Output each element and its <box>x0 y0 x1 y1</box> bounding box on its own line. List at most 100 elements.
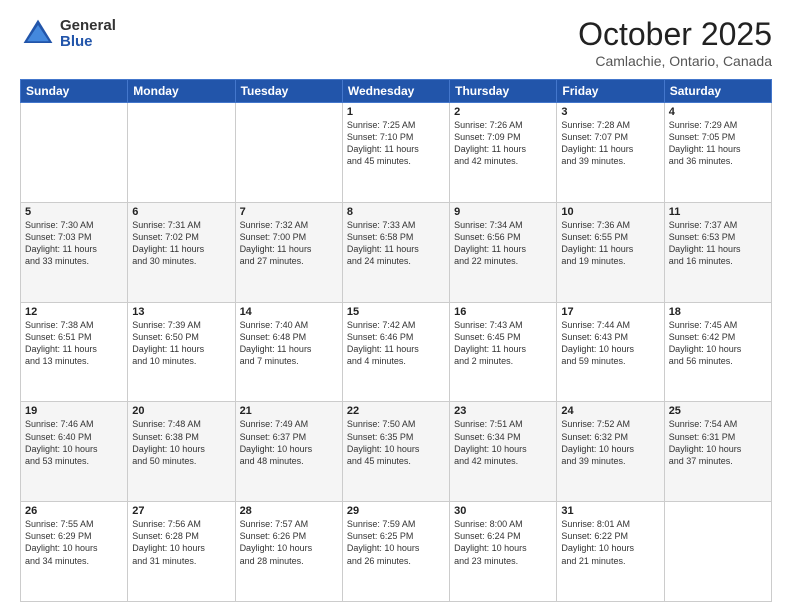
day-of-week-header: Tuesday <box>235 80 342 103</box>
calendar-day-cell: 14Sunrise: 7:40 AM Sunset: 6:48 PM Dayli… <box>235 302 342 402</box>
calendar-day-cell: 12Sunrise: 7:38 AM Sunset: 6:51 PM Dayli… <box>21 302 128 402</box>
day-number: 1 <box>347 106 445 118</box>
calendar-day-cell: 17Sunrise: 7:44 AM Sunset: 6:43 PM Dayli… <box>557 302 664 402</box>
day-number: 13 <box>132 306 230 318</box>
logo-blue-text: Blue <box>60 34 116 51</box>
logo-icon <box>20 16 56 52</box>
day-number: 12 <box>25 306 123 318</box>
calendar-day-cell: 26Sunrise: 7:55 AM Sunset: 6:29 PM Dayli… <box>21 502 128 602</box>
day-info: Sunrise: 7:49 AM Sunset: 6:37 PM Dayligh… <box>240 418 338 467</box>
calendar-week-row: 26Sunrise: 7:55 AM Sunset: 6:29 PM Dayli… <box>21 502 772 602</box>
day-of-week-header: Wednesday <box>342 80 449 103</box>
day-of-week-header: Saturday <box>664 80 771 103</box>
day-info: Sunrise: 7:40 AM Sunset: 6:48 PM Dayligh… <box>240 319 338 368</box>
day-info: Sunrise: 7:48 AM Sunset: 6:38 PM Dayligh… <box>132 418 230 467</box>
calendar-day-cell: 9Sunrise: 7:34 AM Sunset: 6:56 PM Daylig… <box>450 202 557 302</box>
day-number: 30 <box>454 505 552 517</box>
day-number: 2 <box>454 106 552 118</box>
day-info: Sunrise: 7:59 AM Sunset: 6:25 PM Dayligh… <box>347 518 445 567</box>
calendar-day-cell: 5Sunrise: 7:30 AM Sunset: 7:03 PM Daylig… <box>21 202 128 302</box>
day-info: Sunrise: 7:44 AM Sunset: 6:43 PM Dayligh… <box>561 319 659 368</box>
day-info: Sunrise: 7:30 AM Sunset: 7:03 PM Dayligh… <box>25 219 123 268</box>
day-number: 29 <box>347 505 445 517</box>
day-info: Sunrise: 7:56 AM Sunset: 6:28 PM Dayligh… <box>132 518 230 567</box>
day-number: 20 <box>132 405 230 417</box>
calendar-day-cell: 31Sunrise: 8:01 AM Sunset: 6:22 PM Dayli… <box>557 502 664 602</box>
title-block: October 2025 Camlachie, Ontario, Canada <box>578 16 772 69</box>
day-number: 25 <box>669 405 767 417</box>
day-of-week-header: Friday <box>557 80 664 103</box>
calendar-empty-cell <box>235 103 342 203</box>
location: Camlachie, Ontario, Canada <box>578 53 772 69</box>
day-info: Sunrise: 7:32 AM Sunset: 7:00 PM Dayligh… <box>240 219 338 268</box>
day-of-week-header: Thursday <box>450 80 557 103</box>
day-number: 7 <box>240 206 338 218</box>
day-number: 5 <box>25 206 123 218</box>
day-info: Sunrise: 7:29 AM Sunset: 7:05 PM Dayligh… <box>669 119 767 168</box>
logo-general-text: General <box>60 18 116 35</box>
calendar-day-cell: 23Sunrise: 7:51 AM Sunset: 6:34 PM Dayli… <box>450 402 557 502</box>
calendar-day-cell: 21Sunrise: 7:49 AM Sunset: 6:37 PM Dayli… <box>235 402 342 502</box>
calendar-day-cell: 29Sunrise: 7:59 AM Sunset: 6:25 PM Dayli… <box>342 502 449 602</box>
day-number: 19 <box>25 405 123 417</box>
day-number: 6 <box>132 206 230 218</box>
logo: General Blue <box>20 16 116 52</box>
day-number: 23 <box>454 405 552 417</box>
day-number: 4 <box>669 106 767 118</box>
calendar-empty-cell <box>664 502 771 602</box>
header: General Blue October 2025 Camlachie, Ont… <box>20 16 772 69</box>
calendar-header-row: SundayMondayTuesdayWednesdayThursdayFrid… <box>21 80 772 103</box>
calendar-day-cell: 4Sunrise: 7:29 AM Sunset: 7:05 PM Daylig… <box>664 103 771 203</box>
day-info: Sunrise: 7:31 AM Sunset: 7:02 PM Dayligh… <box>132 219 230 268</box>
day-number: 21 <box>240 405 338 417</box>
day-info: Sunrise: 7:51 AM Sunset: 6:34 PM Dayligh… <box>454 418 552 467</box>
calendar-day-cell: 18Sunrise: 7:45 AM Sunset: 6:42 PM Dayli… <box>664 302 771 402</box>
day-number: 26 <box>25 505 123 517</box>
calendar-day-cell: 24Sunrise: 7:52 AM Sunset: 6:32 PM Dayli… <box>557 402 664 502</box>
calendar-week-row: 1Sunrise: 7:25 AM Sunset: 7:10 PM Daylig… <box>21 103 772 203</box>
day-number: 3 <box>561 106 659 118</box>
day-info: Sunrise: 7:38 AM Sunset: 6:51 PM Dayligh… <box>25 319 123 368</box>
day-number: 22 <box>347 405 445 417</box>
day-info: Sunrise: 7:43 AM Sunset: 6:45 PM Dayligh… <box>454 319 552 368</box>
day-info: Sunrise: 7:42 AM Sunset: 6:46 PM Dayligh… <box>347 319 445 368</box>
calendar-day-cell: 1Sunrise: 7:25 AM Sunset: 7:10 PM Daylig… <box>342 103 449 203</box>
day-info: Sunrise: 7:26 AM Sunset: 7:09 PM Dayligh… <box>454 119 552 168</box>
calendar-day-cell: 3Sunrise: 7:28 AM Sunset: 7:07 PM Daylig… <box>557 103 664 203</box>
calendar-week-row: 5Sunrise: 7:30 AM Sunset: 7:03 PM Daylig… <box>21 202 772 302</box>
calendar-day-cell: 27Sunrise: 7:56 AM Sunset: 6:28 PM Dayli… <box>128 502 235 602</box>
calendar-day-cell: 7Sunrise: 7:32 AM Sunset: 7:00 PM Daylig… <box>235 202 342 302</box>
calendar-day-cell: 16Sunrise: 7:43 AM Sunset: 6:45 PM Dayli… <box>450 302 557 402</box>
calendar-day-cell: 20Sunrise: 7:48 AM Sunset: 6:38 PM Dayli… <box>128 402 235 502</box>
day-number: 24 <box>561 405 659 417</box>
day-info: Sunrise: 7:46 AM Sunset: 6:40 PM Dayligh… <box>25 418 123 467</box>
day-info: Sunrise: 7:37 AM Sunset: 6:53 PM Dayligh… <box>669 219 767 268</box>
day-number: 28 <box>240 505 338 517</box>
day-number: 10 <box>561 206 659 218</box>
calendar-day-cell: 11Sunrise: 7:37 AM Sunset: 6:53 PM Dayli… <box>664 202 771 302</box>
day-info: Sunrise: 7:34 AM Sunset: 6:56 PM Dayligh… <box>454 219 552 268</box>
day-number: 11 <box>669 206 767 218</box>
day-info: Sunrise: 7:36 AM Sunset: 6:55 PM Dayligh… <box>561 219 659 268</box>
day-of-week-header: Monday <box>128 80 235 103</box>
day-info: Sunrise: 7:50 AM Sunset: 6:35 PM Dayligh… <box>347 418 445 467</box>
calendar-week-row: 19Sunrise: 7:46 AM Sunset: 6:40 PM Dayli… <box>21 402 772 502</box>
day-info: Sunrise: 7:54 AM Sunset: 6:31 PM Dayligh… <box>669 418 767 467</box>
day-number: 17 <box>561 306 659 318</box>
day-info: Sunrise: 7:55 AM Sunset: 6:29 PM Dayligh… <box>25 518 123 567</box>
day-number: 16 <box>454 306 552 318</box>
day-number: 9 <box>454 206 552 218</box>
day-info: Sunrise: 7:28 AM Sunset: 7:07 PM Dayligh… <box>561 119 659 168</box>
day-number: 15 <box>347 306 445 318</box>
calendar-day-cell: 8Sunrise: 7:33 AM Sunset: 6:58 PM Daylig… <box>342 202 449 302</box>
page: General Blue October 2025 Camlachie, Ont… <box>0 0 792 612</box>
logo-text: General Blue <box>60 18 116 51</box>
calendar-day-cell: 30Sunrise: 8:00 AM Sunset: 6:24 PM Dayli… <box>450 502 557 602</box>
day-info: Sunrise: 8:01 AM Sunset: 6:22 PM Dayligh… <box>561 518 659 567</box>
calendar-day-cell: 28Sunrise: 7:57 AM Sunset: 6:26 PM Dayli… <box>235 502 342 602</box>
day-info: Sunrise: 7:33 AM Sunset: 6:58 PM Dayligh… <box>347 219 445 268</box>
calendar-day-cell: 19Sunrise: 7:46 AM Sunset: 6:40 PM Dayli… <box>21 402 128 502</box>
day-info: Sunrise: 7:57 AM Sunset: 6:26 PM Dayligh… <box>240 518 338 567</box>
day-number: 14 <box>240 306 338 318</box>
calendar-empty-cell <box>21 103 128 203</box>
